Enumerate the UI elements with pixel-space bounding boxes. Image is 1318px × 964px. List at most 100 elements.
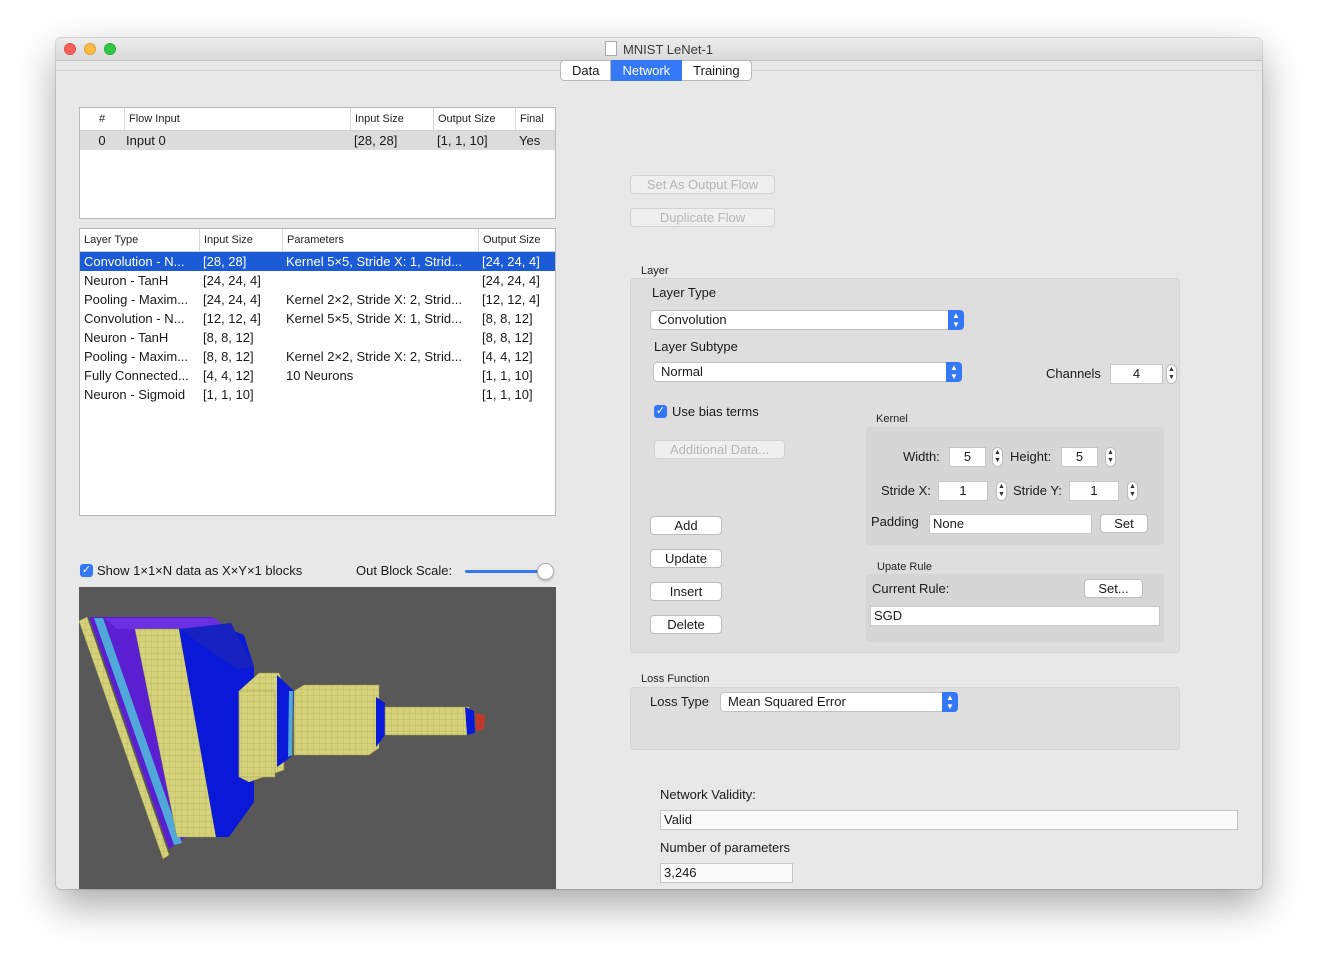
table-row[interactable]: Convolution - N... [28, 28] Kernel 5×5, St…	[80, 252, 555, 271]
layer-table[interactable]: Layer Type Input Size Parameters Output …	[79, 228, 556, 516]
layer-type-value: Convolution	[658, 312, 727, 327]
cell-output-size: [24, 24, 4]	[482, 254, 540, 269]
use-bias-label: Use bias terms	[672, 404, 759, 419]
stride-y-field[interactable]: 1	[1069, 481, 1119, 501]
document-icon	[604, 41, 617, 56]
cell-output-size: [12, 12, 4]	[482, 292, 540, 307]
column-header-number[interactable]: #	[80, 108, 124, 130]
column-header-input-size[interactable]: Input Size	[350, 108, 433, 130]
table-row[interactable]: Convolution - N... [12, 12, 4] Kernel 5×5,…	[80, 309, 555, 328]
update-button[interactable]: Update	[650, 549, 722, 568]
height-stepper[interactable]: ▲ ▼	[1105, 447, 1116, 467]
height-field[interactable]: 5	[1061, 447, 1098, 467]
cell-input-size: [28, 28]	[354, 133, 398, 148]
width-label: Width:	[903, 449, 940, 464]
padding-set-button[interactable]: Set	[1100, 514, 1148, 533]
cell-parameters: 10 Neurons	[286, 368, 354, 383]
cell-layer-type: Convolution - N...	[84, 311, 185, 326]
layer-type-select[interactable]: Convolution ▲ ▼	[650, 310, 964, 330]
layer-table-header: Layer Type Input Size Parameters Output …	[80, 229, 555, 252]
width-stepper[interactable]: ▲ ▼	[992, 447, 1003, 467]
cell-parameters: Kernel 2×2, Stride X: 2, Strid...	[286, 292, 462, 307]
cell-input-size: [8, 8, 12]	[203, 349, 254, 364]
stride-x-label: Stride X:	[881, 483, 931, 498]
layer-subtype-label: Layer Subtype	[654, 339, 738, 354]
height-label: Height:	[1010, 449, 1052, 464]
cell-number: 0	[98, 133, 106, 148]
layer-subtype-value: Normal	[661, 364, 703, 379]
table-row[interactable]: Neuron - TanH [8, 8, 12] [8, 8, 12]	[80, 328, 555, 347]
network-validity-label: Network Validity:	[660, 787, 756, 802]
tab-training[interactable]: Training	[682, 60, 752, 81]
table-row[interactable]: Pooling - Maxim... [8, 8, 12] Kernel 2×2, …	[80, 347, 555, 366]
duplicate-flow-button[interactable]: Duplicate Flow	[630, 208, 775, 227]
padding-field[interactable]: None	[929, 514, 1092, 534]
stride-y-stepper[interactable]: ▲ ▼	[1127, 481, 1138, 501]
network-visualization[interactable]	[79, 587, 556, 889]
column-header-output-size[interactable]: Output Size	[478, 229, 555, 251]
channels-field[interactable]: 4	[1110, 364, 1163, 384]
loss-type-select[interactable]: Mean Squared Error ▲ ▼	[720, 692, 958, 712]
column-header-layer-type[interactable]: Layer Type	[80, 229, 199, 251]
network-blocks-drawing	[79, 616, 485, 860]
network-validity-field: Valid	[660, 810, 1238, 830]
stride-x-stepper[interactable]: ▲ ▼	[996, 481, 1007, 501]
loss-type-value: Mean Squared Error	[728, 694, 846, 709]
cell-input-size: [1, 1, 10]	[203, 387, 254, 402]
layer-subtype-select[interactable]: Normal ▲ ▼	[653, 362, 962, 382]
channels-stepper[interactable]: ▲ ▼	[1166, 364, 1177, 384]
slider-knob[interactable]	[537, 563, 554, 580]
window-title-text: MNIST LeNet-1	[622, 42, 714, 57]
width-field[interactable]: 5	[949, 447, 986, 467]
column-header-flow-input[interactable]: Flow Input	[124, 108, 350, 130]
cell-input-size: [24, 24, 4]	[203, 273, 261, 288]
flow-table-row[interactable]: 0 Input 0 [28, 28] [1, 1, 10] Yes	[80, 131, 555, 150]
cell-input-size: [8, 8, 12]	[203, 330, 254, 345]
cell-output-size: [1, 1, 10]	[482, 368, 533, 383]
cell-layer-type: Neuron - TanH	[84, 330, 169, 345]
use-bias-checkbox[interactable]: ✓	[654, 405, 667, 418]
add-button[interactable]: Add	[650, 516, 722, 535]
table-row[interactable]: Pooling - Maxim... [24, 24, 4] Kernel 2×2,…	[80, 290, 555, 309]
cell-flow-input: Input 0	[126, 133, 166, 148]
column-header-input-size[interactable]: Input Size	[199, 229, 282, 251]
fc-side	[376, 697, 385, 747]
layer-type-label: Layer Type	[652, 285, 717, 300]
title-bar: MNIST LeNet-1	[56, 38, 1262, 61]
additional-data-button[interactable]: Additional Data...	[654, 440, 785, 459]
set-as-output-flow-button[interactable]: Set As Output Flow	[630, 175, 775, 194]
out-block-scale-slider[interactable]	[465, 570, 545, 573]
flow-table[interactable]: # Flow Input Input Size Output Size Fina…	[79, 107, 556, 219]
stride-y-label: Stride Y:	[1013, 483, 1062, 498]
column-header-parameters[interactable]: Parameters	[282, 229, 478, 251]
cell-output-size: [4, 4, 12]	[482, 349, 533, 364]
cell-parameters: Kernel 5×5, Stride X: 1, Strid...	[286, 254, 462, 269]
column-header-final[interactable]: Final	[515, 108, 555, 130]
cell-layer-type: Pooling - Maxim...	[84, 292, 189, 307]
table-row[interactable]: Neuron - Sigmoid [1, 1, 10] [1, 1, 10]	[80, 385, 555, 404]
table-row[interactable]: Fully Connected... [4, 4, 12] 10 Neurons [1…	[80, 366, 555, 385]
cell-input-size: [4, 4, 12]	[203, 368, 254, 383]
tab-bar: Data Network Training	[560, 60, 752, 81]
cell-parameters	[282, 271, 478, 290]
tab-data[interactable]: Data	[560, 60, 612, 81]
conv2-face	[238, 690, 276, 778]
delete-button[interactable]: Delete	[650, 615, 722, 634]
app-window: MNIST LeNet-1 Data Network Training # Fl…	[56, 38, 1262, 889]
cell-layer-type: Convolution - N...	[84, 254, 185, 269]
cell-output-size: [8, 8, 12]	[482, 311, 533, 326]
cell-layer-type: Neuron - Sigmoid	[84, 387, 186, 402]
rule-value-field[interactable]: SGD	[870, 606, 1160, 626]
insert-button[interactable]: Insert	[650, 582, 722, 601]
stride-x-field[interactable]: 1	[938, 481, 988, 501]
column-header-output-size[interactable]: Output Size	[433, 108, 515, 130]
table-row[interactable]: Neuron - TanH [24, 24, 4] [24, 24, 4]	[80, 271, 555, 290]
show-blocks-checkbox[interactable]: ✓	[80, 564, 93, 577]
rule-set-button[interactable]: Set...	[1084, 579, 1143, 598]
number-of-parameters-label: Number of parameters	[660, 840, 791, 855]
cell-input-size: [24, 24, 4]	[203, 292, 261, 307]
tab-network[interactable]: Network	[611, 60, 683, 81]
layer-table-body: Convolution - N... [28, 28] Kernel 5×5, St…	[80, 252, 555, 404]
layer-group-title: Layer	[641, 265, 669, 277]
chevron-updown-icon: ▲ ▼	[946, 362, 962, 382]
